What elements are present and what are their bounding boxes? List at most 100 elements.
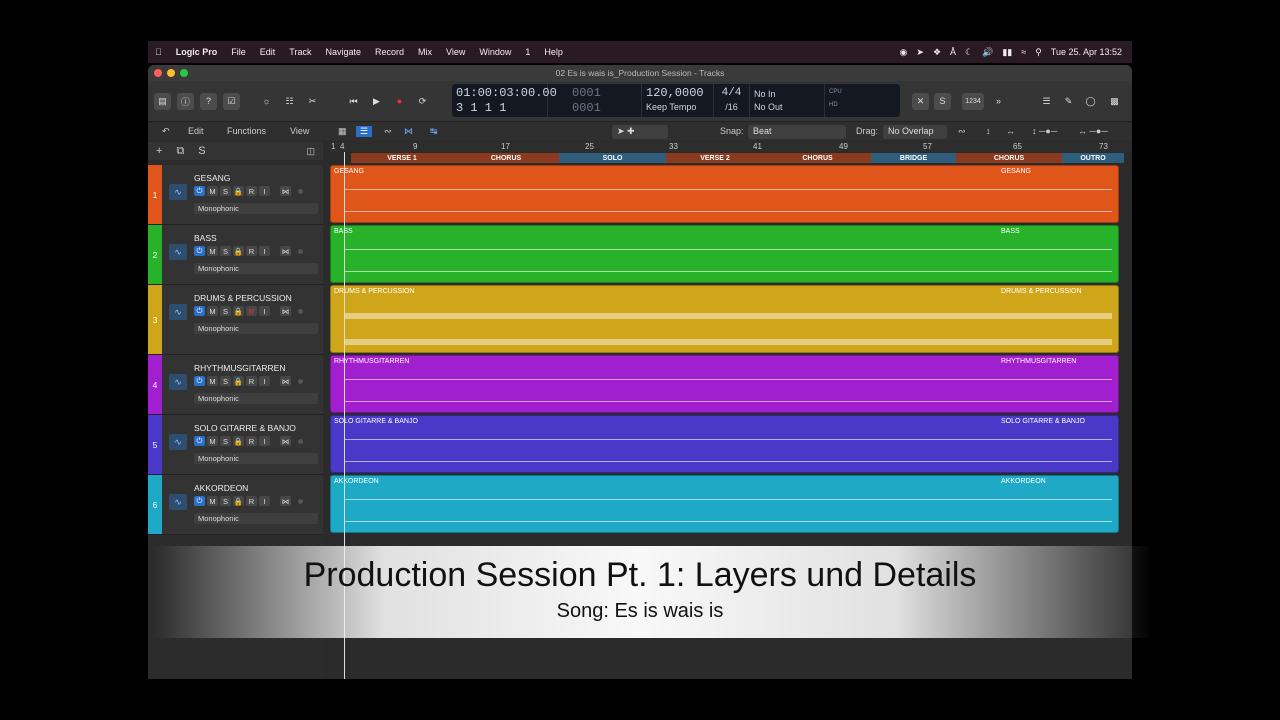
send-icon[interactable]: ➤ xyxy=(916,47,924,58)
vertical-zoom-icon[interactable]: ↕ xyxy=(986,126,991,136)
track-header[interactable]: 3 ∿ DRUMS & PERCUSSION ⏻ M S 🔒 R I ⋈ Mon… xyxy=(148,285,323,355)
pointer-tool-menu[interactable]: ➤ ✚ xyxy=(612,125,668,139)
solo-bypass-icon[interactable]: S xyxy=(934,92,951,110)
freeze-icon[interactable]: ⋈ xyxy=(280,306,291,316)
menubar-clock[interactable]: Tue 25. Apr 13:52 xyxy=(1051,47,1122,57)
track-mode-select[interactable]: Monophonic xyxy=(194,513,318,524)
close-window-button[interactable] xyxy=(154,69,162,77)
track-mode-select[interactable]: Monophonic xyxy=(194,453,318,464)
record-enable-button[interactable]: R xyxy=(246,246,257,256)
rewind-button[interactable]: ⏮ xyxy=(345,93,362,110)
freeze-icon[interactable]: ⋈ xyxy=(280,246,291,256)
arrangement-marker[interactable]: CHORUS xyxy=(956,153,1062,163)
lock-icon[interactable]: 🔒 xyxy=(233,186,244,196)
mute-button[interactable]: M xyxy=(207,496,218,506)
track-on-button[interactable]: ⏻ xyxy=(194,376,205,386)
view-menu[interactable]: View xyxy=(290,126,309,136)
track-on-button[interactable]: ⏻ xyxy=(194,306,205,316)
play-button[interactable]: ▶ xyxy=(368,93,385,110)
list-view-icon[interactable]: ☰ xyxy=(356,126,373,137)
mute-button[interactable]: M xyxy=(207,246,218,256)
record-enable-button[interactable]: R xyxy=(246,376,257,386)
list-editors-icon[interactable]: ☰ xyxy=(1038,93,1055,110)
mute-button[interactable]: M xyxy=(207,306,218,316)
lock-icon[interactable]: 🔒 xyxy=(233,376,244,386)
cycle-button[interactable]: ⟳ xyxy=(414,93,431,110)
track-name[interactable]: BASS xyxy=(194,233,217,243)
browser-icon[interactable]: ▩ xyxy=(1106,93,1123,110)
menu-window[interactable]: Window xyxy=(472,47,518,57)
record-status-icon[interactable]: ◉ xyxy=(900,47,908,58)
track-header[interactable]: 4 ∿ RHYTHMUSGITARREN ⏻ M S 🔒 R I ⋈ Monop… xyxy=(148,355,323,415)
menu-edit[interactable]: Edit xyxy=(253,47,283,57)
track-on-button[interactable]: ⏻ xyxy=(194,496,205,506)
menu-record[interactable]: Record xyxy=(368,47,411,57)
track-on-button[interactable]: ⏻ xyxy=(194,436,205,446)
record-enable-button[interactable]: R xyxy=(246,496,257,506)
record-button[interactable]: ● xyxy=(391,93,408,110)
moon-icon[interactable]: ☾ xyxy=(965,47,973,58)
menu-navigate[interactable]: Navigate xyxy=(318,47,368,57)
track-header[interactable]: 6 ∿ AKKORDEON ⏻ M S 🔒 R I ⋈ Monophonic xyxy=(148,475,323,535)
snap-select[interactable]: Beat xyxy=(748,125,846,139)
inspector-icon[interactable]: ⓘ xyxy=(177,92,194,110)
apple-icon[interactable]:  xyxy=(148,47,169,57)
freeze-icon[interactable]: ⋈ xyxy=(280,436,291,446)
zoom-window-button[interactable] xyxy=(180,69,188,77)
loop-browser-icon[interactable]: ◯ xyxy=(1082,93,1099,110)
arrangement-marker[interactable]: CHORUS xyxy=(453,153,559,163)
mute-button[interactable]: M xyxy=(207,376,218,386)
track-name[interactable]: GESANG xyxy=(194,173,230,183)
battery-icon[interactable]: ▮▮ xyxy=(1002,47,1012,58)
menu-file[interactable]: File xyxy=(224,47,253,57)
lock-icon[interactable]: 🔒 xyxy=(233,496,244,506)
menu-view[interactable]: View xyxy=(439,47,472,57)
track-mode-select[interactable]: Monophonic xyxy=(194,323,318,334)
solo-button[interactable]: S xyxy=(220,376,231,386)
menu-help[interactable]: Help xyxy=(537,47,570,57)
lock-icon[interactable]: 🔒 xyxy=(233,246,244,256)
notepad-icon[interactable]: ✎ xyxy=(1060,93,1077,110)
freeze-icon[interactable]: ⋈ xyxy=(280,186,291,196)
drag-select[interactable]: No Overlap xyxy=(883,125,947,139)
track-mode-select[interactable]: Monophonic xyxy=(194,203,318,214)
audio-region[interactable]: BASS BASS xyxy=(330,225,1119,283)
search-icon[interactable]: ⚲ xyxy=(1035,47,1042,58)
track-header[interactable]: 5 ∿ SOLO GITARRE & BANJO ⏻ M S 🔒 R I ⋈ M… xyxy=(148,415,323,475)
track-mode-select[interactable]: Monophonic xyxy=(194,393,318,404)
lock-icon[interactable]: 🔒 xyxy=(233,436,244,446)
record-enable-button[interactable]: R xyxy=(246,306,257,316)
flex-icon[interactable]: ⋈ xyxy=(404,126,413,137)
mute-button[interactable]: M xyxy=(207,186,218,196)
volume-icon[interactable]: 🔊 xyxy=(982,47,993,58)
input-monitor-button[interactable]: I xyxy=(259,246,270,256)
arrangement-marker[interactable]: OUTRO xyxy=(1062,153,1124,163)
lcd-display[interactable]: 01:00:03:00.00 3 1 1 1 0001 0001 120,000… xyxy=(452,84,900,117)
dropbox-icon[interactable]: ❖ xyxy=(933,47,941,58)
track-header[interactable]: 1 ∿ GESANG ⏻ M S 🔒 R I ⋈ Monophonic xyxy=(148,165,323,225)
editors-icon[interactable]: ✂ xyxy=(304,93,321,110)
track-mode-select[interactable]: Monophonic xyxy=(194,263,318,274)
catch-icon[interactable]: ↹ xyxy=(430,126,438,137)
library-icon[interactable]: ▤ xyxy=(154,92,171,110)
freeze-icon[interactable]: ⋈ xyxy=(280,376,291,386)
back-arrow-icon[interactable]: ↶ xyxy=(162,126,170,137)
marker-track[interactable]: VERSE 1 CHORUS SOLO VERSE 2 CHORUS BRIDGE CHOR… xyxy=(329,152,1132,164)
freeze-icon[interactable]: ⋈ xyxy=(280,496,291,506)
global-solo-button[interactable]: S xyxy=(198,145,205,157)
track-name[interactable]: AKKORDEON xyxy=(194,483,248,493)
solo-button[interactable]: S xyxy=(220,306,231,316)
track-name[interactable]: SOLO GITARRE & BANJO xyxy=(194,423,296,433)
grid-view-icon[interactable]: ▦ xyxy=(338,126,347,137)
audio-region[interactable]: AKKORDEON AKKORDEON xyxy=(330,475,1119,533)
lock-icon[interactable]: 🔒 xyxy=(233,306,244,316)
arrangement-marker[interactable]: VERSE 2 xyxy=(666,153,764,163)
toolbar-icon[interactable]: ☑ xyxy=(223,92,240,110)
mixer-icon[interactable]: ☷ xyxy=(281,93,298,110)
add-track-button[interactable]: + xyxy=(156,145,162,157)
waveform-zoom-icon[interactable]: ∾ xyxy=(958,126,966,137)
minimize-window-button[interactable] xyxy=(167,69,175,77)
menu-track[interactable]: Track xyxy=(282,47,318,57)
input-monitor-button[interactable]: I xyxy=(259,436,270,446)
mute-button[interactable]: M xyxy=(207,436,218,446)
